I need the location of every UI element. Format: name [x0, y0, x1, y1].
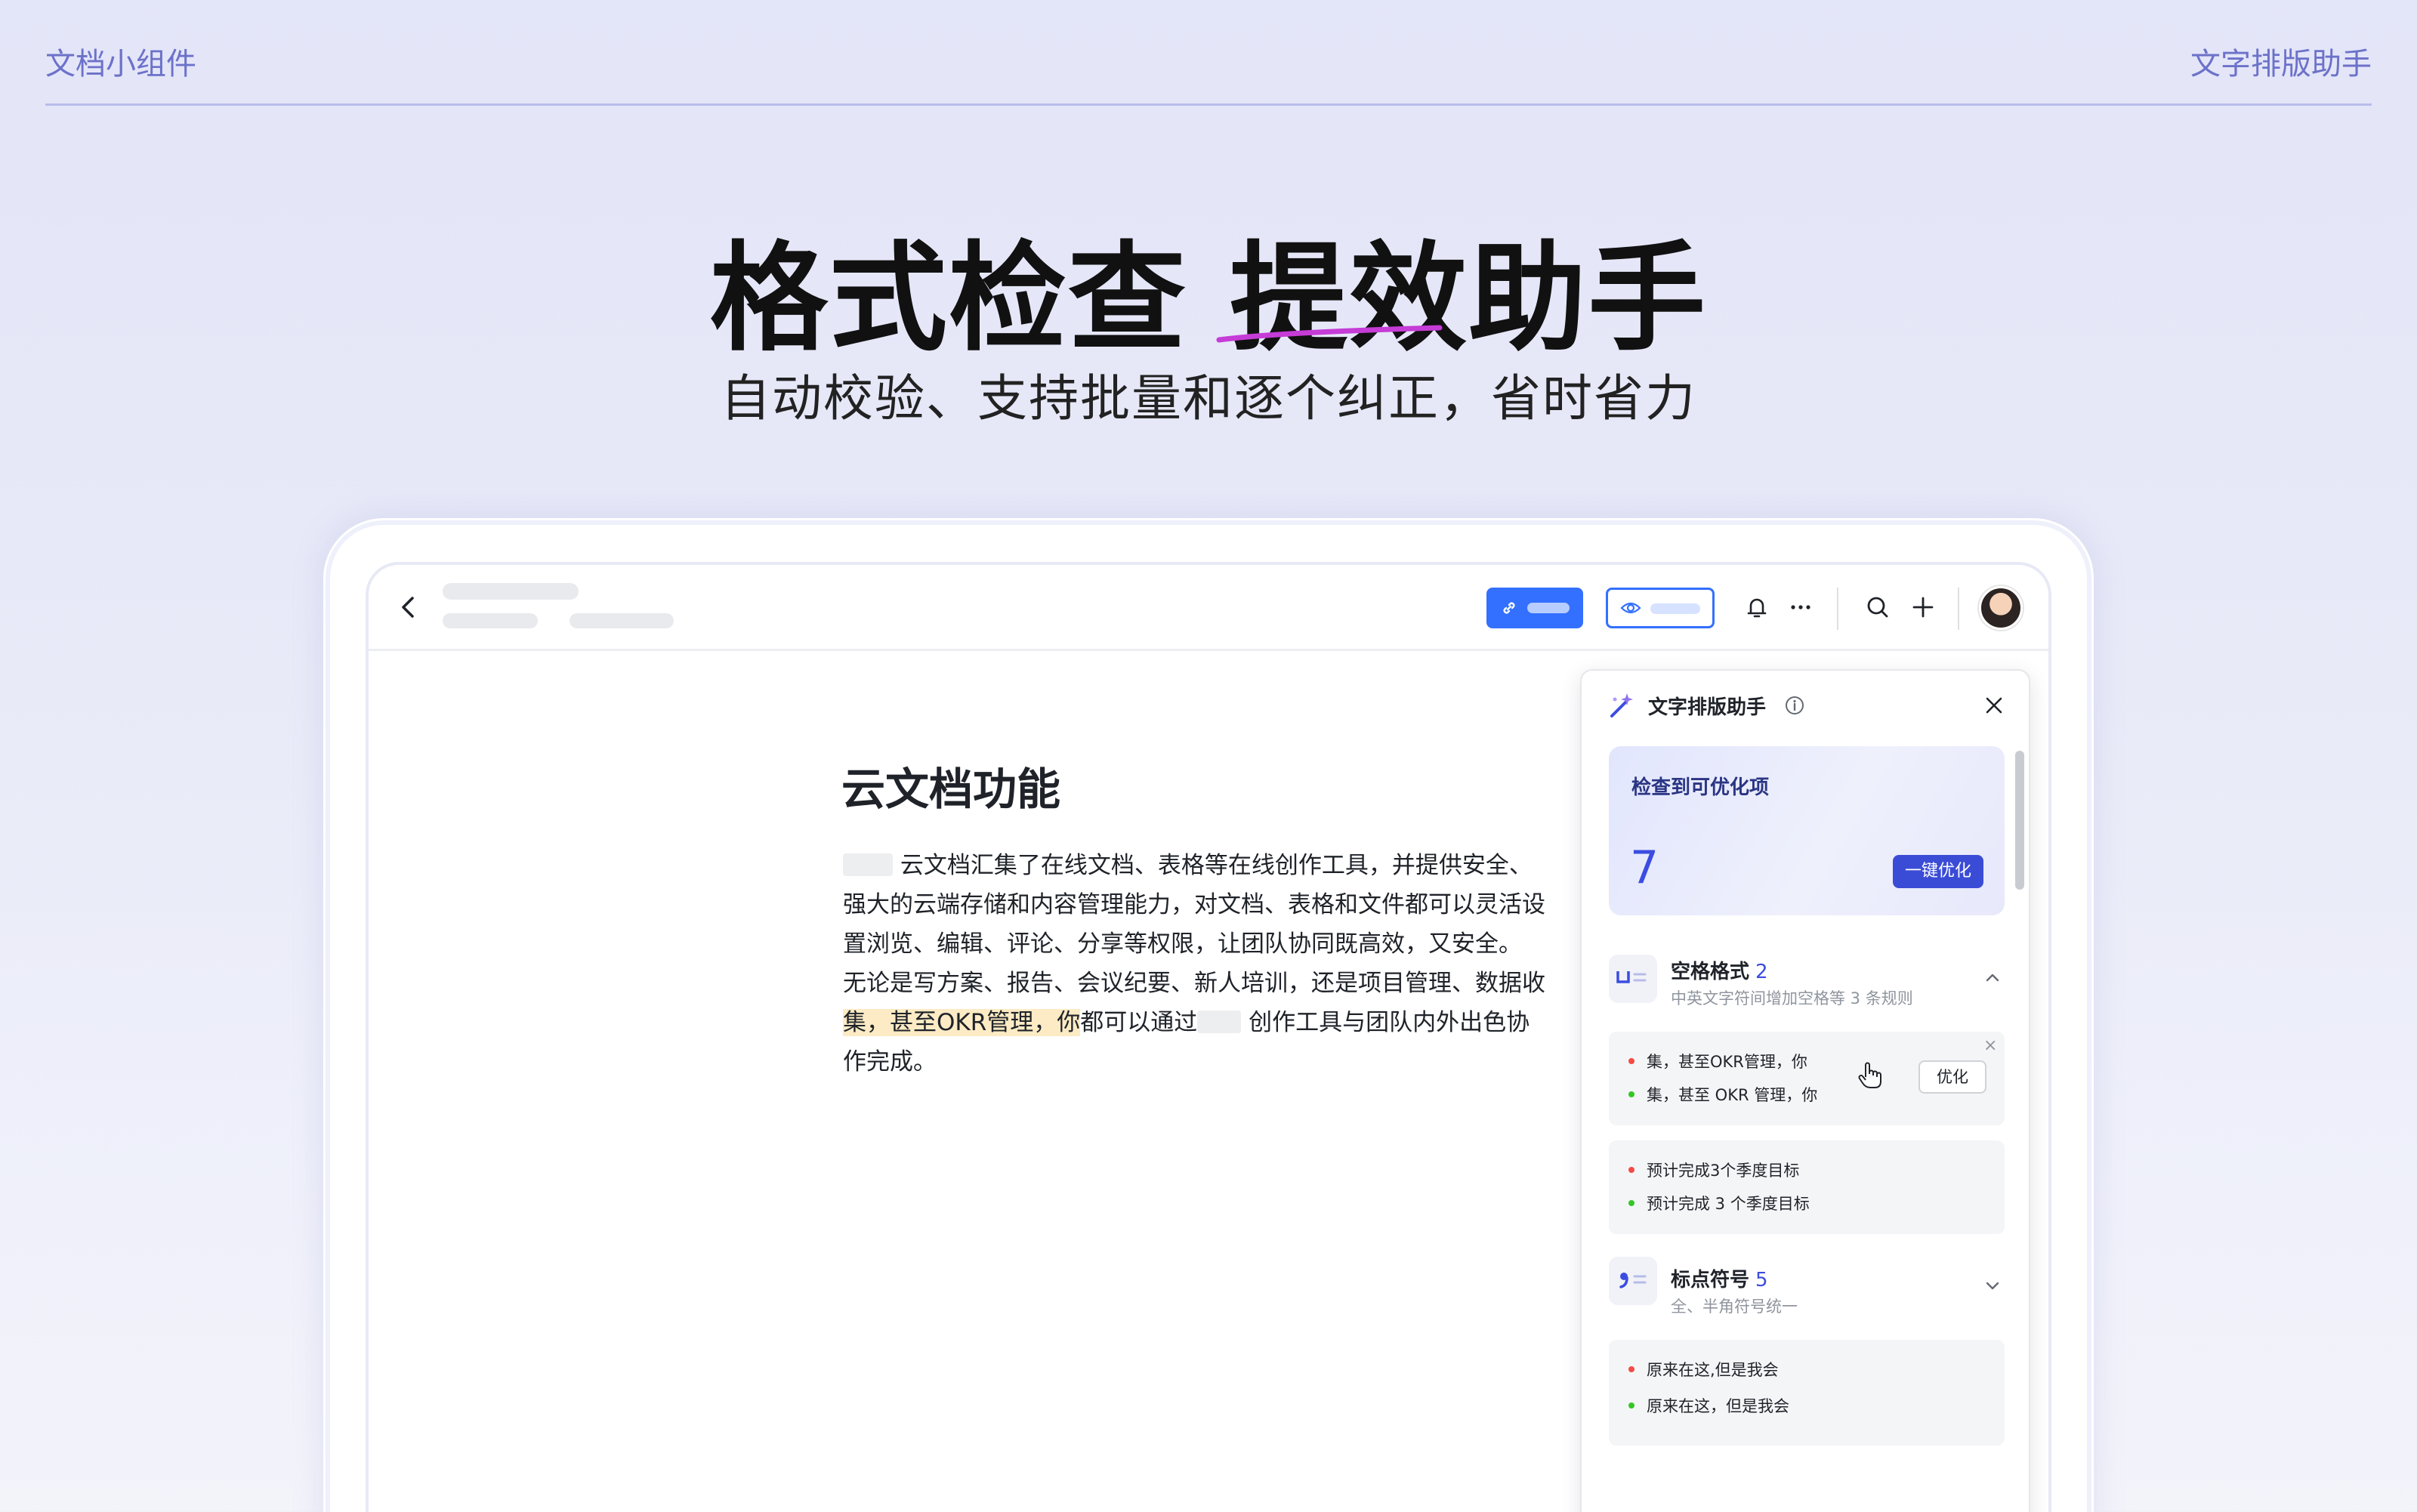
share-skeleton: [1527, 603, 1570, 613]
doc-paragraph-1: 云文档汇集了在线文档、表格等在线创作工具，并提供安全、强大的云端存储和内容管理能…: [843, 846, 1553, 964]
close-icon[interactable]: [1982, 693, 2006, 717]
suggestion-before-text: 原来在这,但是我会: [1647, 1361, 1779, 1379]
added-dot: [1628, 1091, 1634, 1097]
optimize-button[interactable]: 优化: [1918, 1060, 1986, 1094]
hero-subtitle: 自动校验、支持批量和逐个纠正，省时省力: [721, 369, 1696, 427]
title-skeleton: [443, 583, 579, 600]
hero-title-highlight: 提效: [1230, 230, 1469, 367]
toolbar-divider-2: [1958, 588, 1959, 630]
inline-skeleton: [1197, 1011, 1242, 1033]
doc-paragraph-2-mid: 都可以通过: [1080, 1009, 1198, 1036]
suggestion-before: 预计完成3个季度目标: [1628, 1159, 1799, 1181]
info-icon[interactable]: [1784, 695, 1805, 716]
summary-card: 检查到可优化项 7 一键优化: [1609, 746, 2005, 915]
suggestion-before: 原来在这,但是我会: [1628, 1358, 1779, 1381]
suggestion-after-text: 预计完成 3 个季度目标: [1647, 1195, 1810, 1213]
suggestion-before-text: 预计完成3个季度目标: [1647, 1162, 1800, 1180]
suggestion-after: 预计完成 3 个季度目标: [1628, 1192, 1810, 1214]
suggestion-after: 集，甚至 OKR 管理，你: [1628, 1083, 1817, 1106]
back-icon[interactable]: [396, 594, 423, 621]
summary-label: 检查到可优化项: [1631, 776, 1770, 799]
removed-dot: [1628, 1167, 1634, 1173]
inline-skeleton: [843, 853, 893, 876]
hero-title: 格式检查 提效助手: [0, 202, 2417, 373]
panel-scrollbar[interactable]: [2015, 751, 2024, 890]
section-spacing-count: 2: [1755, 961, 1768, 983]
chevron-up-icon[interactable]: [1982, 967, 2003, 988]
section-punctuation-count: 5: [1755, 1269, 1768, 1291]
removed-dot: [1628, 1366, 1634, 1372]
optimize-all-button[interactable]: 一键优化: [1892, 855, 1983, 888]
chevron-down-icon[interactable]: [1982, 1275, 2003, 1296]
search-icon[interactable]: [1863, 592, 1893, 622]
meta-skeleton-1: [443, 613, 538, 628]
section-title-punctuation: 标点符号 5: [1671, 1264, 1768, 1292]
meta-skeleton-2: [570, 613, 674, 628]
typesetting-assistant-panel: 文字排版助手 检查到可优化项 7 一键优化 空格格式 2 中英文字符间增加空格等 …: [1580, 669, 2030, 1512]
suggestion-card[interactable]: 集，甚至OKR管理，你 集，甚至 OKR 管理，你 优化 ×: [1609, 1032, 2005, 1125]
header-right-label: 文字排版助手: [2190, 47, 2372, 82]
doc-body: 云文档汇集了在线文档、表格等在线创作工具，并提供安全、强大的云端存储和内容管理能…: [843, 846, 1553, 1082]
section-title-spacing: 空格格式 2: [1671, 956, 1768, 984]
section-desc-punctuation: 全、半角符号统一: [1671, 1298, 1798, 1316]
doc-title: 云文档功能: [841, 764, 1061, 815]
suggestion-after: 原来在这，但是我会: [1628, 1394, 1789, 1417]
doc-highlight[interactable]: 集，甚至OKR管理，你: [843, 1009, 1081, 1036]
section-spacing-label: 空格格式: [1671, 961, 1750, 983]
doc-paragraph-1-text: 云文档汇集了在线文档、表格等在线创作工具，并提供安全、强大的云端存储和内容管理能…: [843, 852, 1545, 958]
share-button[interactable]: [1486, 588, 1583, 628]
doc-paragraph-2: 无论是写方案、报告、会议纪要、新人培训，还是项目管理、数据收集，甚至OKR管理，…: [843, 964, 1553, 1082]
hero-title-part2: 助手: [1468, 230, 1708, 367]
section-desc-spacing: 中英文字符间增加空格等 3 条规则: [1671, 989, 1913, 1007]
suggestion-card[interactable]: 原来在这,但是我会 原来在这，但是我会: [1609, 1340, 2005, 1446]
eye-icon: [1620, 602, 1641, 614]
hero-underline: [1216, 325, 1443, 343]
app-screen: 云文档功能 云文档汇集了在线文档、表格等在线创作工具，并提供安全、强大的云端存储…: [366, 562, 2051, 1512]
view-button[interactable]: [1606, 588, 1715, 628]
top-header: 文档小组件 文字排版助手: [45, 0, 2372, 106]
hero-title-part1: 格式检查: [709, 230, 1187, 367]
more-icon[interactable]: [1786, 592, 1816, 622]
suggestion-after-text: 原来在这，但是我会: [1647, 1397, 1789, 1415]
added-dot: [1628, 1402, 1634, 1409]
plus-icon[interactable]: [1908, 592, 1938, 622]
doc-paragraph-2-start: 无论是写方案、报告、会议纪要、新人培训，还是项目管理、数据收: [843, 970, 1545, 997]
suggestion-before: 集，甚至OKR管理，你: [1628, 1050, 1807, 1072]
hand-cursor-icon: [1858, 1062, 1881, 1088]
toolbar-divider-1: [1837, 588, 1838, 630]
panel-title: 文字排版助手: [1648, 696, 1767, 719]
removed-dot: [1628, 1058, 1634, 1064]
punctuation-icon: [1609, 1257, 1657, 1305]
added-dot: [1628, 1200, 1634, 1206]
avatar[interactable]: [1979, 586, 2023, 630]
suggestion-before-text: 集，甚至OKR管理，你: [1647, 1053, 1807, 1071]
suggestion-after-text: 集，甚至 OKR 管理，你: [1647, 1086, 1818, 1104]
spacing-format-icon: [1609, 955, 1657, 1003]
dismiss-suggestion-icon[interactable]: ×: [1983, 1036, 1997, 1055]
link-icon: [1503, 602, 1515, 614]
view-skeleton: [1650, 603, 1700, 614]
summary-count: 7: [1630, 841, 1659, 894]
header-left-label: 文档小组件: [45, 47, 196, 82]
magic-wand-icon: [1610, 693, 1633, 717]
section-punctuation-label: 标点符号: [1671, 1269, 1750, 1291]
bell-icon[interactable]: [1742, 592, 1772, 622]
suggestion-card[interactable]: 预计完成3个季度目标 预计完成 3 个季度目标: [1609, 1140, 2005, 1234]
doc-toolbar: [369, 565, 2048, 651]
